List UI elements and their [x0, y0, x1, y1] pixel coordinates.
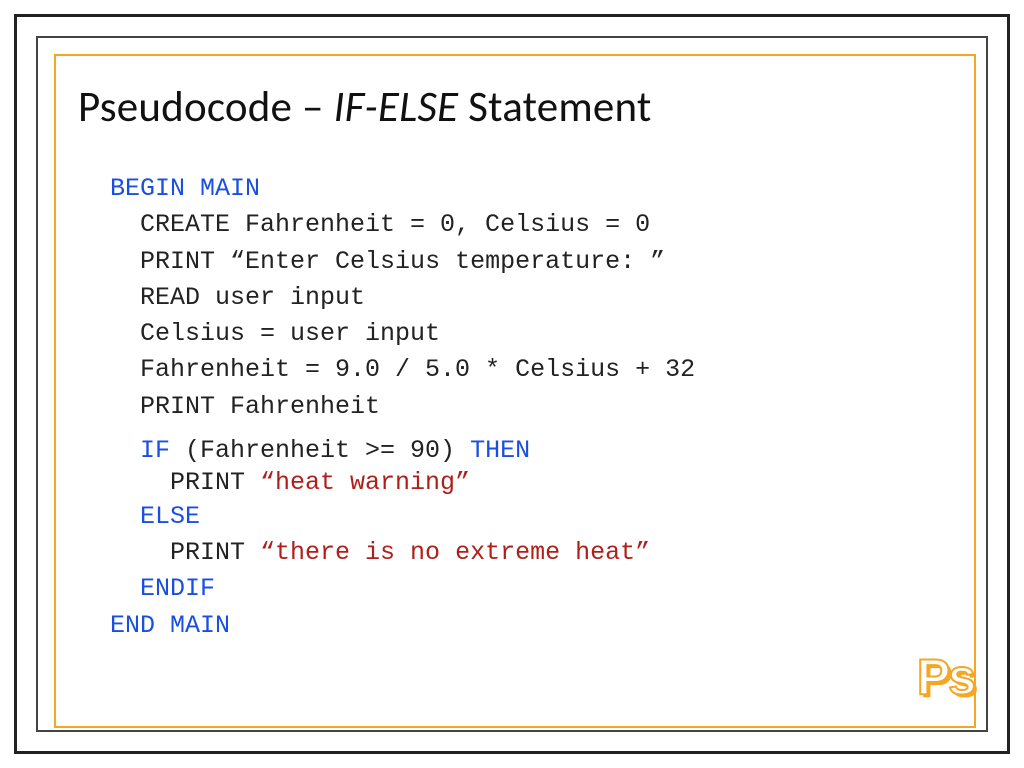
str-heat-warning: “heat warning” [260, 468, 470, 497]
kw-then: THEN [470, 436, 530, 465]
str-no-extreme-heat: “there is no extreme heat” [260, 538, 650, 567]
slide-title: Pseudocode – IF-ELSE Statement [78, 80, 964, 133]
code-line-formula: Fahrenheit = 9.0 / 5.0 * Celsius + 32 [110, 352, 964, 388]
ps-logo: Ps Ps [917, 648, 974, 706]
code-line-read: READ user input [110, 280, 964, 316]
code-line-print-prompt-b: “Enter Celsius temperature: ” [230, 247, 665, 276]
ps-logo-front: Ps [917, 649, 974, 705]
kw-if: IF [110, 436, 170, 465]
title-prefix: Pseudocode – [78, 80, 334, 133]
code-line-print-prompt-a: PRINT [110, 247, 230, 276]
title-suffix: Statement [458, 80, 651, 133]
kw-endif: ENDIF [110, 574, 215, 603]
title-italic: IF-ELSE [334, 80, 459, 133]
kw-begin-main: BEGIN MAIN [110, 174, 260, 203]
kw-else: ELSE [110, 502, 200, 531]
code-print-noheat-a: PRINT [110, 538, 260, 567]
code-line-assign-celsius: Celsius = user input [110, 316, 964, 352]
code-line-create: CREATE Fahrenheit = 0, Celsius = 0 [110, 207, 964, 243]
slide-content: Pseudocode – IF-ELSE Statement BEGIN MAI… [78, 80, 964, 644]
code-line-print-fahrenheit: PRINT Fahrenheit [110, 389, 964, 425]
kw-end-main: END MAIN [110, 611, 230, 640]
code-print-heat-a: PRINT [110, 468, 260, 497]
code-if-condition: (Fahrenheit >= 90) [170, 436, 470, 465]
pseudocode-block: BEGIN MAIN CREATE Fahrenheit = 0, Celsiu… [110, 171, 964, 644]
